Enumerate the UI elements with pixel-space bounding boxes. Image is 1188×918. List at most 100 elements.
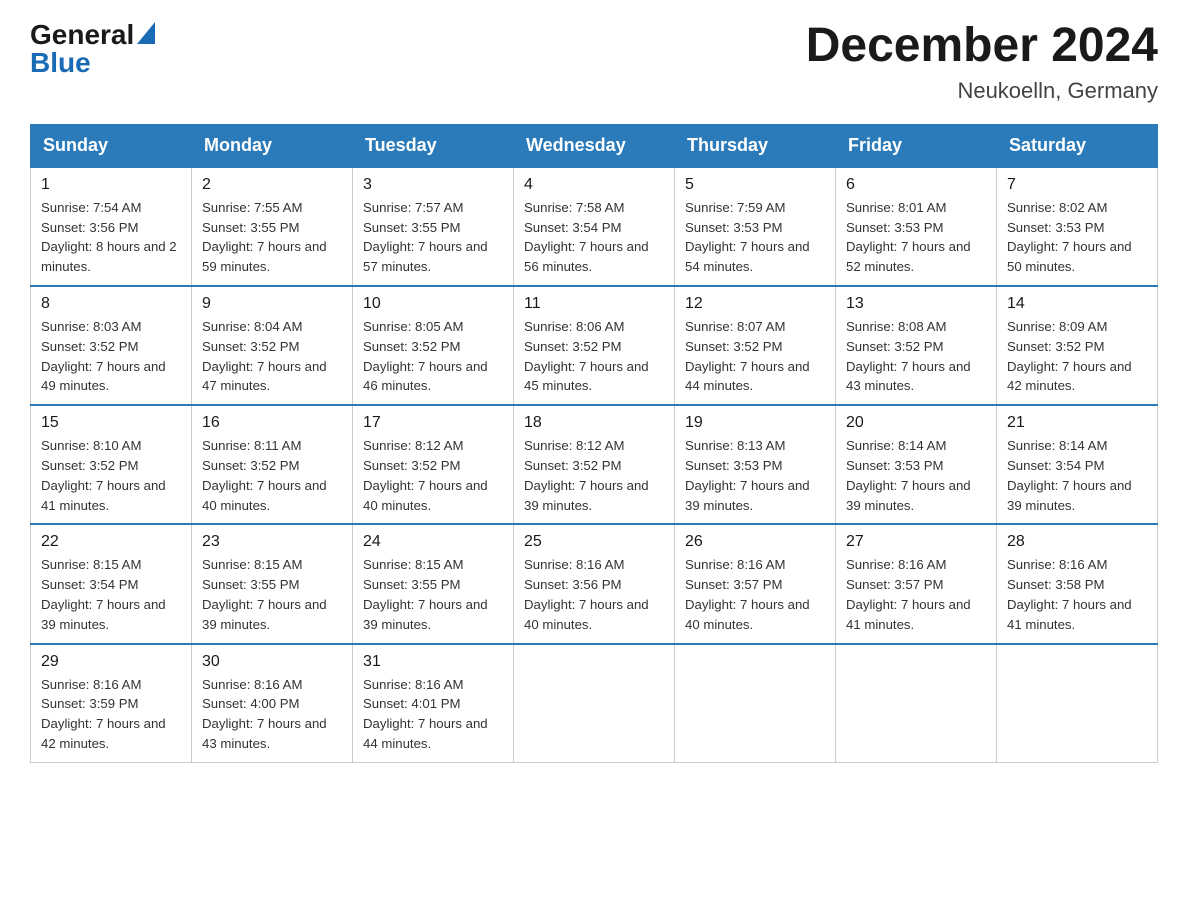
day-info: Sunrise: 7:58 AMSunset: 3:54 PMDaylight:… xyxy=(524,200,649,274)
day-number: 19 xyxy=(685,414,825,432)
calendar-day-cell: 29 Sunrise: 8:16 AMSunset: 3:59 PMDaylig… xyxy=(31,644,192,763)
day-number: 15 xyxy=(41,414,181,432)
day-info: Sunrise: 8:16 AMSunset: 4:00 PMDaylight:… xyxy=(202,677,327,751)
calendar-day-cell xyxy=(514,644,675,763)
day-number: 21 xyxy=(1007,414,1147,432)
calendar-day-cell: 27 Sunrise: 8:16 AMSunset: 3:57 PMDaylig… xyxy=(836,524,997,643)
day-info: Sunrise: 8:12 AMSunset: 3:52 PMDaylight:… xyxy=(524,438,649,512)
day-number: 7 xyxy=(1007,176,1147,194)
day-info: Sunrise: 8:07 AMSunset: 3:52 PMDaylight:… xyxy=(685,319,810,393)
day-number: 8 xyxy=(41,295,181,313)
calendar-day-cell: 21 Sunrise: 8:14 AMSunset: 3:54 PMDaylig… xyxy=(997,405,1158,524)
day-info: Sunrise: 8:16 AMSunset: 3:57 PMDaylight:… xyxy=(846,557,971,631)
weekday-header-cell: Sunday xyxy=(31,124,192,167)
calendar-day-cell: 7 Sunrise: 8:02 AMSunset: 3:53 PMDayligh… xyxy=(997,167,1158,286)
calendar-day-cell: 9 Sunrise: 8:04 AMSunset: 3:52 PMDayligh… xyxy=(192,286,353,405)
day-number: 5 xyxy=(685,176,825,194)
day-info: Sunrise: 8:13 AMSunset: 3:53 PMDaylight:… xyxy=(685,438,810,512)
calendar-day-cell: 11 Sunrise: 8:06 AMSunset: 3:52 PMDaylig… xyxy=(514,286,675,405)
page-header: General Blue December 2024 Neukoelln, Ge… xyxy=(30,20,1158,104)
day-number: 10 xyxy=(363,295,503,313)
logo-general-text: General xyxy=(30,21,134,49)
day-number: 9 xyxy=(202,295,342,313)
calendar-week-row: 29 Sunrise: 8:16 AMSunset: 3:59 PMDaylig… xyxy=(31,644,1158,763)
day-number: 3 xyxy=(363,176,503,194)
day-number: 16 xyxy=(202,414,342,432)
day-number: 27 xyxy=(846,533,986,551)
calendar-day-cell: 20 Sunrise: 8:14 AMSunset: 3:53 PMDaylig… xyxy=(836,405,997,524)
weekday-header-cell: Friday xyxy=(836,124,997,167)
day-info: Sunrise: 8:05 AMSunset: 3:52 PMDaylight:… xyxy=(363,319,488,393)
day-info: Sunrise: 8:15 AMSunset: 3:55 PMDaylight:… xyxy=(363,557,488,631)
calendar-day-cell: 12 Sunrise: 8:07 AMSunset: 3:52 PMDaylig… xyxy=(675,286,836,405)
calendar-day-cell: 26 Sunrise: 8:16 AMSunset: 3:57 PMDaylig… xyxy=(675,524,836,643)
day-number: 26 xyxy=(685,533,825,551)
calendar-day-cell: 18 Sunrise: 8:12 AMSunset: 3:52 PMDaylig… xyxy=(514,405,675,524)
logo: General Blue xyxy=(30,20,155,77)
day-number: 4 xyxy=(524,176,664,194)
weekday-header-row: SundayMondayTuesdayWednesdayThursdayFrid… xyxy=(31,124,1158,167)
calendar-day-cell xyxy=(836,644,997,763)
calendar-day-cell: 6 Sunrise: 8:01 AMSunset: 3:53 PMDayligh… xyxy=(836,167,997,286)
day-info: Sunrise: 8:10 AMSunset: 3:52 PMDaylight:… xyxy=(41,438,166,512)
day-info: Sunrise: 8:15 AMSunset: 3:54 PMDaylight:… xyxy=(41,557,166,631)
calendar-day-cell: 25 Sunrise: 8:16 AMSunset: 3:56 PMDaylig… xyxy=(514,524,675,643)
calendar-body: 1 Sunrise: 7:54 AMSunset: 3:56 PMDayligh… xyxy=(31,167,1158,762)
day-number: 6 xyxy=(846,176,986,194)
day-info: Sunrise: 8:08 AMSunset: 3:52 PMDaylight:… xyxy=(846,319,971,393)
day-number: 2 xyxy=(202,176,342,194)
day-info: Sunrise: 8:03 AMSunset: 3:52 PMDaylight:… xyxy=(41,319,166,393)
title-section: December 2024 Neukoelln, Germany xyxy=(806,20,1158,104)
calendar-day-cell: 15 Sunrise: 8:10 AMSunset: 3:52 PMDaylig… xyxy=(31,405,192,524)
day-number: 20 xyxy=(846,414,986,432)
calendar-day-cell: 2 Sunrise: 7:55 AMSunset: 3:55 PMDayligh… xyxy=(192,167,353,286)
logo-triangle-icon xyxy=(137,22,155,49)
calendar-day-cell: 5 Sunrise: 7:59 AMSunset: 3:53 PMDayligh… xyxy=(675,167,836,286)
day-number: 25 xyxy=(524,533,664,551)
calendar-day-cell: 24 Sunrise: 8:15 AMSunset: 3:55 PMDaylig… xyxy=(353,524,514,643)
location: Neukoelln, Germany xyxy=(806,78,1158,104)
calendar-day-cell: 30 Sunrise: 8:16 AMSunset: 4:00 PMDaylig… xyxy=(192,644,353,763)
day-info: Sunrise: 8:14 AMSunset: 3:53 PMDaylight:… xyxy=(846,438,971,512)
day-info: Sunrise: 8:16 AMSunset: 3:56 PMDaylight:… xyxy=(524,557,649,631)
calendar-day-cell: 13 Sunrise: 8:08 AMSunset: 3:52 PMDaylig… xyxy=(836,286,997,405)
day-number: 13 xyxy=(846,295,986,313)
day-number: 11 xyxy=(524,295,664,313)
month-title: December 2024 xyxy=(806,20,1158,73)
calendar-day-cell: 23 Sunrise: 8:15 AMSunset: 3:55 PMDaylig… xyxy=(192,524,353,643)
day-info: Sunrise: 8:16 AMSunset: 3:58 PMDaylight:… xyxy=(1007,557,1132,631)
calendar-day-cell xyxy=(675,644,836,763)
calendar-week-row: 8 Sunrise: 8:03 AMSunset: 3:52 PMDayligh… xyxy=(31,286,1158,405)
day-info: Sunrise: 8:04 AMSunset: 3:52 PMDaylight:… xyxy=(202,319,327,393)
day-info: Sunrise: 7:57 AMSunset: 3:55 PMDaylight:… xyxy=(363,200,488,274)
day-number: 12 xyxy=(685,295,825,313)
calendar-table: SundayMondayTuesdayWednesdayThursdayFrid… xyxy=(30,124,1158,763)
day-info: Sunrise: 8:15 AMSunset: 3:55 PMDaylight:… xyxy=(202,557,327,631)
day-number: 18 xyxy=(524,414,664,432)
day-info: Sunrise: 8:09 AMSunset: 3:52 PMDaylight:… xyxy=(1007,319,1132,393)
calendar-day-cell: 3 Sunrise: 7:57 AMSunset: 3:55 PMDayligh… xyxy=(353,167,514,286)
calendar-day-cell: 28 Sunrise: 8:16 AMSunset: 3:58 PMDaylig… xyxy=(997,524,1158,643)
day-number: 23 xyxy=(202,533,342,551)
day-number: 31 xyxy=(363,653,503,671)
day-info: Sunrise: 7:59 AMSunset: 3:53 PMDaylight:… xyxy=(685,200,810,274)
day-info: Sunrise: 7:55 AMSunset: 3:55 PMDaylight:… xyxy=(202,200,327,274)
day-number: 17 xyxy=(363,414,503,432)
calendar-day-cell xyxy=(997,644,1158,763)
calendar-day-cell: 10 Sunrise: 8:05 AMSunset: 3:52 PMDaylig… xyxy=(353,286,514,405)
calendar-day-cell: 17 Sunrise: 8:12 AMSunset: 3:52 PMDaylig… xyxy=(353,405,514,524)
day-number: 28 xyxy=(1007,533,1147,551)
day-number: 24 xyxy=(363,533,503,551)
calendar-week-row: 1 Sunrise: 7:54 AMSunset: 3:56 PMDayligh… xyxy=(31,167,1158,286)
day-info: Sunrise: 8:02 AMSunset: 3:53 PMDaylight:… xyxy=(1007,200,1132,274)
day-info: Sunrise: 8:16 AMSunset: 4:01 PMDaylight:… xyxy=(363,677,488,751)
weekday-header-cell: Saturday xyxy=(997,124,1158,167)
calendar-day-cell: 1 Sunrise: 7:54 AMSunset: 3:56 PMDayligh… xyxy=(31,167,192,286)
weekday-header-cell: Tuesday xyxy=(353,124,514,167)
day-info: Sunrise: 8:01 AMSunset: 3:53 PMDaylight:… xyxy=(846,200,971,274)
calendar-day-cell: 8 Sunrise: 8:03 AMSunset: 3:52 PMDayligh… xyxy=(31,286,192,405)
calendar-day-cell: 16 Sunrise: 8:11 AMSunset: 3:52 PMDaylig… xyxy=(192,405,353,524)
day-number: 1 xyxy=(41,176,181,194)
day-info: Sunrise: 8:06 AMSunset: 3:52 PMDaylight:… xyxy=(524,319,649,393)
day-number: 30 xyxy=(202,653,342,671)
